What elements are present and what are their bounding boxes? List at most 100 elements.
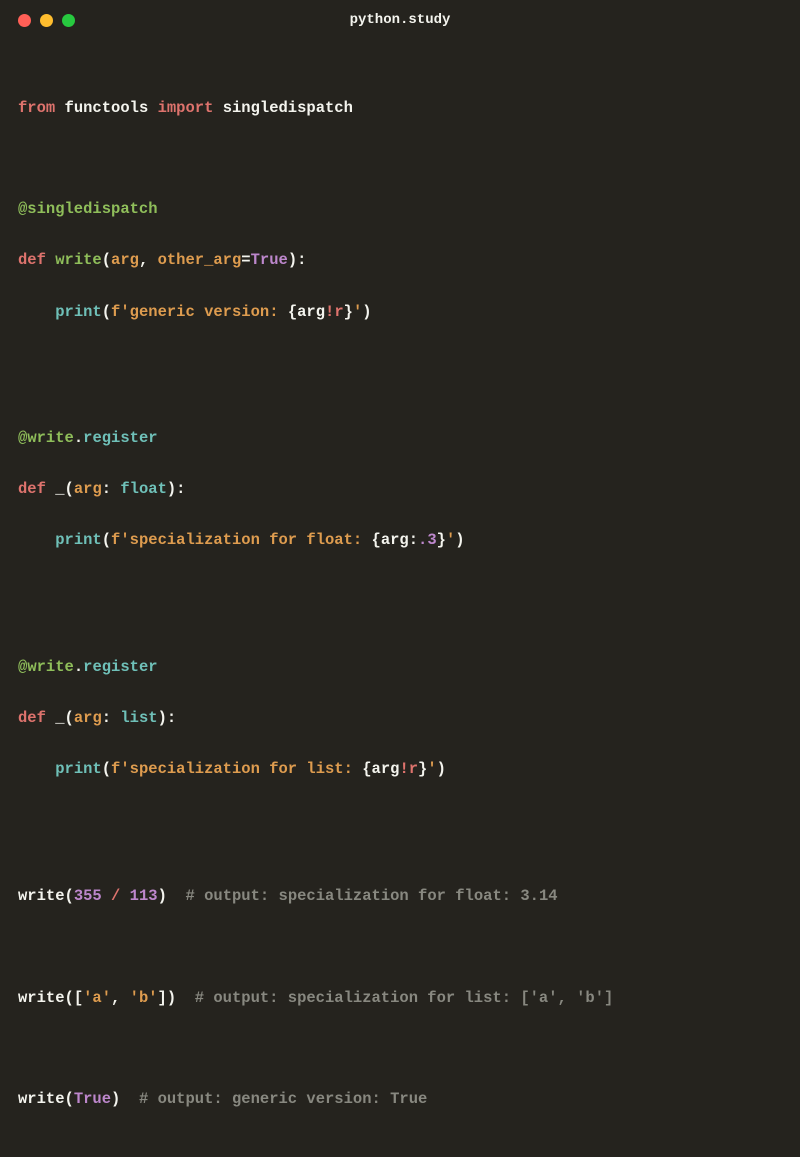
code-line: write(355 / 113) # output: specializatio…: [18, 884, 782, 910]
blank-line: [18, 935, 782, 960]
brace: }: [418, 760, 427, 778]
punct: (: [65, 1090, 74, 1108]
function-name: _: [55, 709, 64, 727]
string: ': [120, 303, 129, 321]
expr: arg: [297, 303, 325, 321]
code-line: def _(arg: float):: [18, 477, 782, 503]
indent: [18, 760, 55, 778]
comment: # output: specialization for list: ['a',…: [195, 989, 614, 1007]
code-line: print(f'generic version: {arg!r}'): [18, 300, 782, 326]
string: ': [353, 303, 362, 321]
string: specialization for list:: [130, 760, 363, 778]
builtin-print: print: [55, 760, 102, 778]
builtin-print: print: [55, 303, 102, 321]
decorator-name: write: [27, 658, 74, 676]
traffic-lights: [18, 14, 75, 27]
string: 'b': [130, 989, 158, 1007]
code-line: @singledispatch: [18, 197, 782, 223]
expr: arg: [381, 531, 409, 549]
code-line: def write(arg, other_arg=True):: [18, 248, 782, 274]
punct: ]): [158, 989, 177, 1007]
punct: (: [65, 709, 74, 727]
maximize-icon[interactable]: [62, 14, 75, 27]
window-title: python.study: [350, 12, 451, 28]
brace: {: [372, 531, 381, 549]
blank-line: [18, 147, 782, 172]
code-line: write(True) # output: generic version: T…: [18, 1087, 782, 1113]
close-icon[interactable]: [18, 14, 31, 27]
punct: ):: [288, 251, 307, 269]
keyword-def: def: [18, 709, 46, 727]
import-name: singledispatch: [223, 99, 353, 117]
f-prefix: f: [111, 760, 120, 778]
punct: ): [362, 303, 371, 321]
string: ': [120, 760, 129, 778]
punct: ,: [139, 251, 158, 269]
blank-line: [18, 580, 782, 630]
space: [102, 887, 111, 905]
operator: /: [111, 887, 120, 905]
code-line: def _(arg: list):: [18, 706, 782, 732]
minimize-icon[interactable]: [40, 14, 53, 27]
blank-line: [18, 809, 782, 859]
space: [167, 887, 186, 905]
param: other_arg: [158, 251, 242, 269]
punct: :: [409, 531, 418, 549]
param: arg: [74, 480, 102, 498]
f-prefix: f: [111, 531, 120, 549]
comment: # output: specialization for float: 3.14: [186, 887, 558, 905]
decorator-method: register: [83, 658, 157, 676]
keyword-true: True: [251, 251, 288, 269]
punct: ): [111, 1090, 120, 1108]
keyword-from: from: [18, 99, 55, 117]
param: arg: [111, 251, 139, 269]
brace: {: [362, 760, 371, 778]
function-call: write: [18, 887, 65, 905]
code-line: @write.register: [18, 426, 782, 452]
punct: ): [158, 887, 167, 905]
module-name: functools: [65, 99, 149, 117]
blank-line: [18, 1037, 782, 1062]
indent: [18, 303, 55, 321]
string: ': [446, 531, 455, 549]
code-line: write(['a', 'b']) # output: specializati…: [18, 986, 782, 1012]
number: 113: [130, 887, 158, 905]
code-line: print(f'specialization for float: {arg:.…: [18, 528, 782, 554]
punct: ,: [111, 989, 130, 1007]
format-spec: .3: [418, 531, 437, 549]
punct: :: [102, 480, 121, 498]
punct: ):: [167, 480, 186, 498]
number: 355: [74, 887, 102, 905]
string: ': [427, 760, 436, 778]
type-hint: list: [120, 709, 157, 727]
punct: (: [102, 760, 111, 778]
decorator-at: @: [18, 429, 27, 447]
brace: {: [288, 303, 297, 321]
punct: :: [102, 709, 121, 727]
punct: (: [102, 303, 111, 321]
builtin-print: print: [55, 531, 102, 549]
f-prefix: f: [111, 303, 120, 321]
conversion: !r: [325, 303, 344, 321]
punct: (: [102, 251, 111, 269]
punct: (: [102, 531, 111, 549]
function-call: write: [18, 989, 65, 1007]
keyword-import: import: [158, 99, 214, 117]
decorator-name: write: [27, 429, 74, 447]
code-line: from functools import singledispatch: [18, 96, 782, 122]
brace: }: [437, 531, 446, 549]
punct: ): [455, 531, 464, 549]
expr: arg: [372, 760, 400, 778]
decorator-at: @: [18, 658, 27, 676]
keyword-def: def: [18, 480, 46, 498]
string: 'a': [83, 989, 111, 1007]
code-editor: from functools import singledispatch @si…: [0, 40, 800, 1157]
decorator: @singledispatch: [18, 200, 158, 218]
string: ': [120, 531, 129, 549]
space: [176, 989, 195, 1007]
code-line: print(f'specialization for list: {arg!r}…: [18, 757, 782, 783]
punct: ([: [65, 989, 84, 1007]
space: [120, 887, 129, 905]
punct: (: [65, 887, 74, 905]
type-hint: float: [120, 480, 167, 498]
